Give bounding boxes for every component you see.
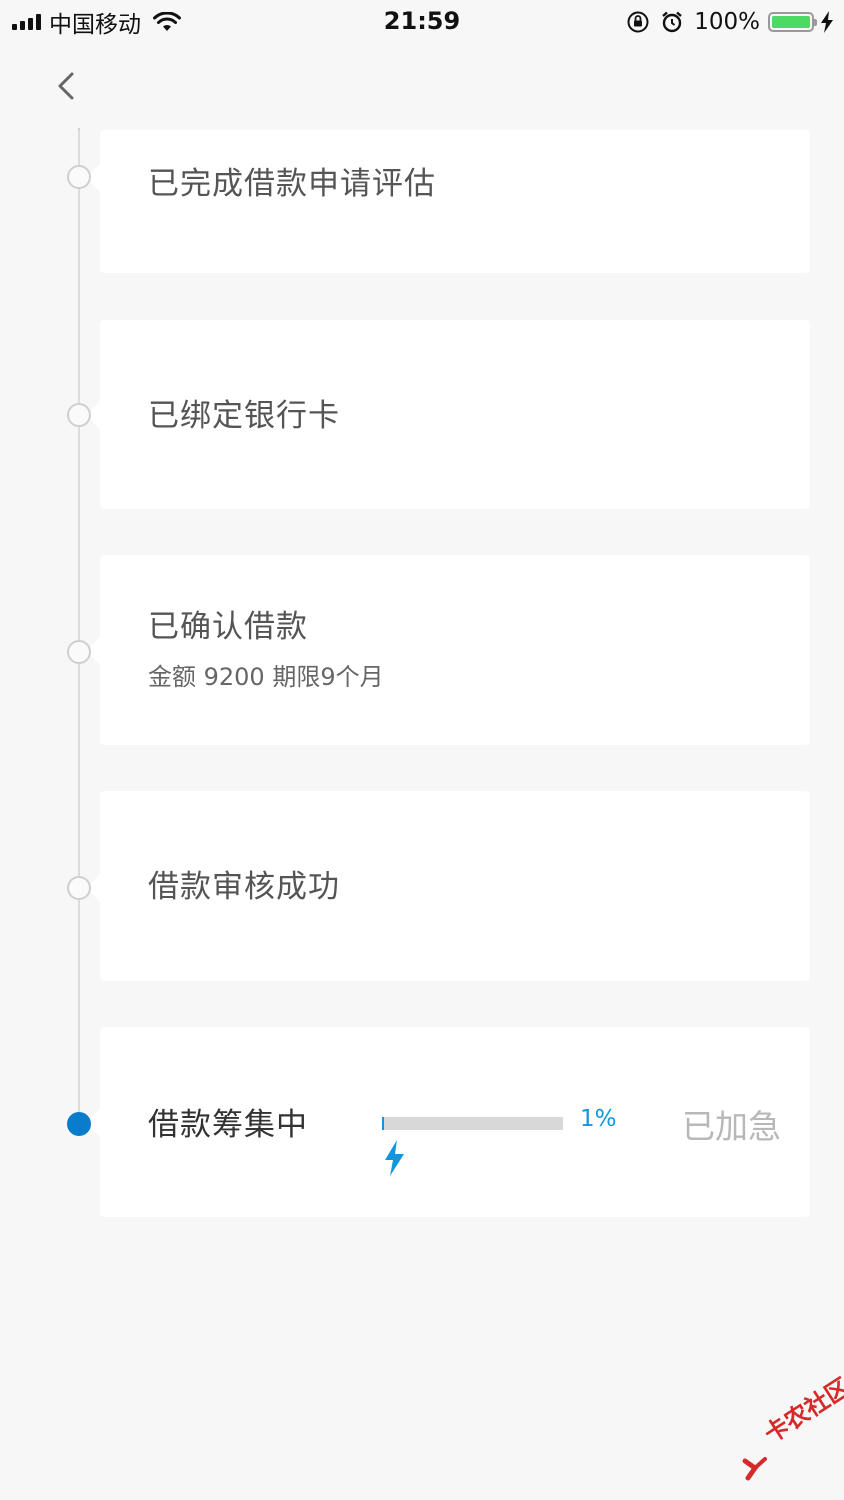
watermark-text: 卡农社区: [759, 1372, 844, 1449]
status-bar: 中国移动 21:59 100%: [0, 0, 844, 44]
battery-percent: 100%: [694, 9, 760, 35]
timeline-card-2: 已绑定银行卡: [86, 320, 810, 509]
status-right: 100%: [626, 6, 834, 38]
timeline-node-1: [67, 165, 91, 189]
step-title: 已绑定银行卡: [148, 398, 340, 434]
urgent-label[interactable]: 已加急: [682, 1100, 781, 1148]
lightning-bolt-icon[interactable]: [382, 1140, 406, 1176]
progress-percent: 1%: [580, 1106, 617, 1132]
timeline-line: [78, 130, 80, 1126]
timeline-card-3: 已确认借款 金额 9200 期限9个月: [86, 555, 810, 745]
step-title: 借款筹集中: [148, 1107, 308, 1143]
timeline-card-1: 已完成借款申请评估: [86, 130, 810, 273]
step-title: 已确认借款: [148, 609, 308, 645]
back-button[interactable]: [48, 66, 84, 106]
battery-icon: [768, 12, 817, 32]
watermark-logo-icon: [742, 1457, 767, 1481]
battery-fill: [772, 16, 810, 28]
timeline-card-4: 借款审核成功: [86, 791, 810, 981]
progress-fill: [382, 1117, 384, 1130]
timeline-node-2: [67, 403, 91, 427]
rotation-lock-icon: [627, 11, 649, 33]
timeline-node-3: [67, 640, 91, 664]
step-title: 已完成借款申请评估: [148, 166, 436, 202]
charging-icon: [821, 11, 833, 33]
step-subtitle: 金额 9200 期限9个月: [148, 663, 384, 691]
chevron-left-icon: [58, 72, 74, 100]
progress-bar: [382, 1117, 563, 1130]
alarm-icon: [662, 11, 683, 33]
timeline-node-4: [67, 876, 91, 900]
step-title: 借款审核成功: [148, 869, 340, 905]
timeline-node-5-active: [67, 1112, 91, 1136]
